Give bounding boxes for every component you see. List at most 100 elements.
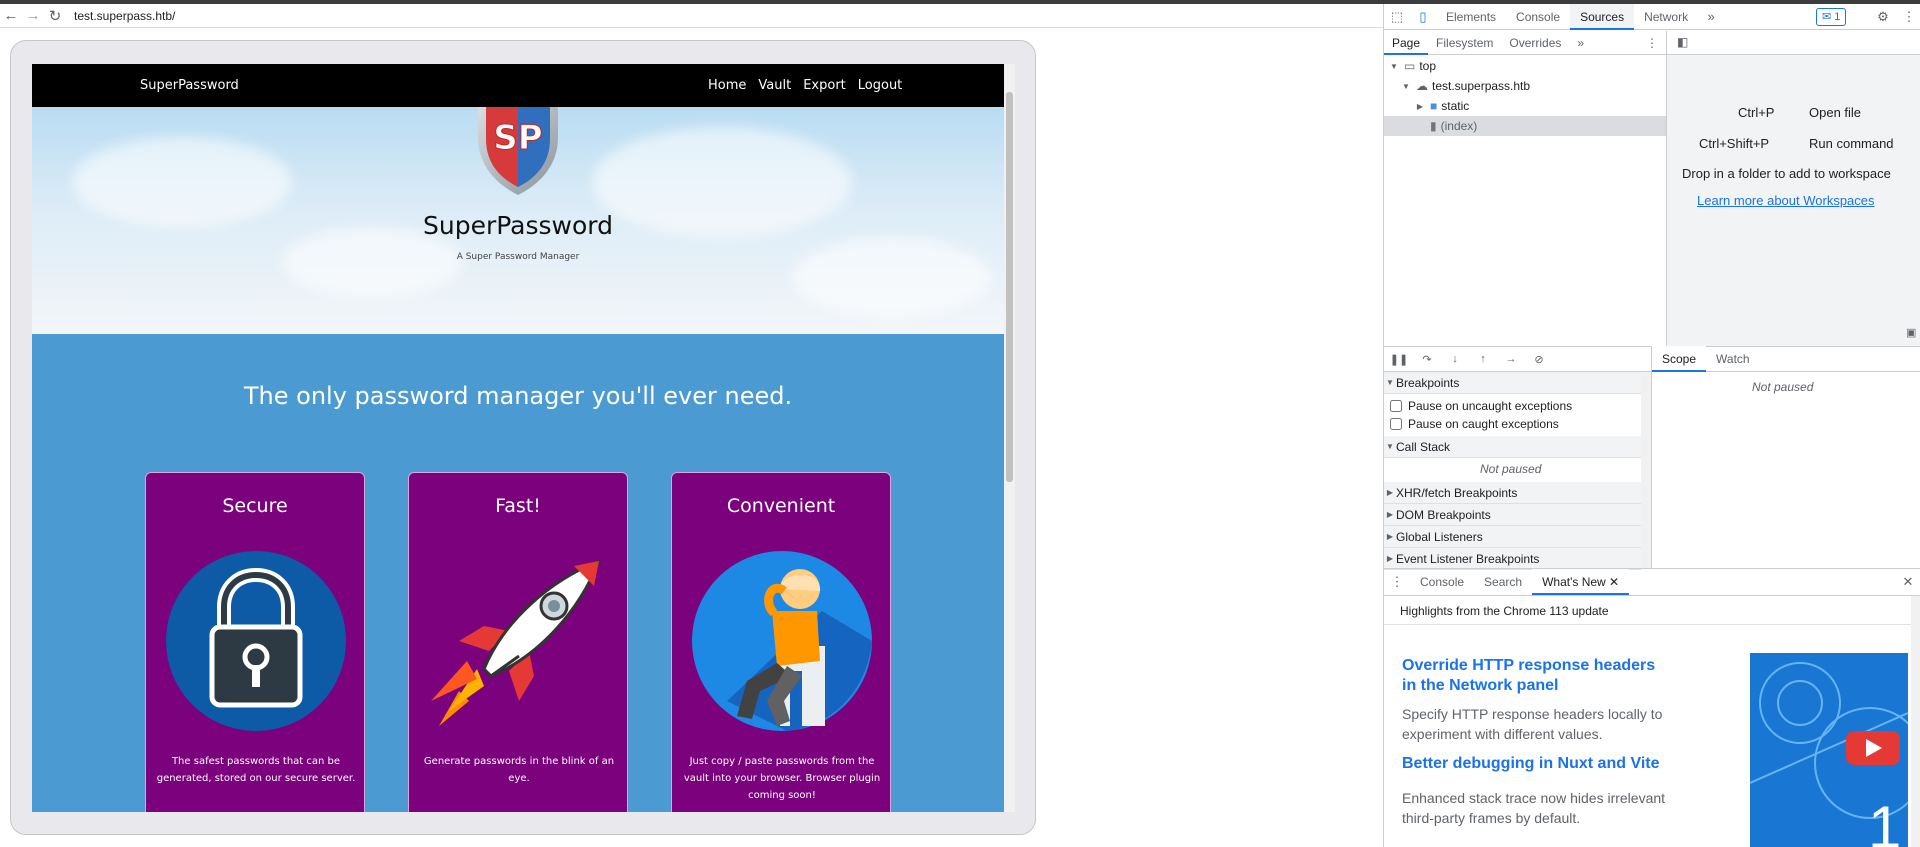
pause-icon[interactable]: ❚❚ xyxy=(1388,353,1410,366)
card-title: Fast! xyxy=(495,495,541,517)
cloud-icon: ☁ xyxy=(1416,79,1428,93)
whats-new-text-1: Specify HTTP response headers locally to… xyxy=(1402,706,1663,742)
tab-drawer-console[interactable]: Console xyxy=(1410,569,1474,595)
card-title: Secure xyxy=(222,495,288,517)
call-stack-header[interactable]: ▼ Call Stack xyxy=(1384,436,1641,458)
close-tab-icon[interactable]: ✕ xyxy=(1609,575,1619,589)
back-icon[interactable]: ← xyxy=(0,5,22,27)
inspect-element-icon[interactable]: ⬚ xyxy=(1384,4,1410,30)
url-text[interactable]: test.superpass.htb/ xyxy=(74,9,175,23)
nav-logout[interactable]: Logout xyxy=(858,78,903,93)
rocket-icon xyxy=(431,558,602,726)
card-text: Generate passwords in the blink of an ey… xyxy=(423,756,615,784)
scope-tabs: Scope Watch xyxy=(1651,346,1920,372)
card-text: Just copy / paste passwords from the vau… xyxy=(683,756,881,801)
svg-text:1: 1 xyxy=(1868,794,1901,847)
scope-body: Not paused xyxy=(1651,372,1920,568)
deactivate-breakpoints-icon[interactable]: ⊘ xyxy=(1528,353,1550,366)
tab-scope[interactable]: Scope xyxy=(1652,346,1707,372)
shortcut-label: Run command xyxy=(1809,136,1894,151)
tab-page[interactable]: Page xyxy=(1384,31,1429,55)
nav-home[interactable]: Home xyxy=(708,78,746,93)
tab-overrides[interactable]: Overrides xyxy=(1501,31,1569,55)
card-title: Convenient xyxy=(726,495,836,517)
tab-elements[interactable]: Elements xyxy=(1436,4,1506,30)
navigator-menu-icon[interactable]: ⋮ xyxy=(1638,31,1666,55)
devtools-panel: ⬚ ▯ Elements Console Sources Network » ✉… xyxy=(1383,3,1920,847)
whats-new-scrollbar[interactable] xyxy=(1911,596,1920,847)
step-over-icon[interactable]: ↷ xyxy=(1416,353,1438,366)
tree-node-host[interactable]: ▼ ☁ test.superpass.htb xyxy=(1384,76,1666,96)
settings-gear-icon[interactable]: ⚙ xyxy=(1870,4,1896,30)
more-options-icon[interactable]: ⋮ xyxy=(1896,4,1920,30)
shortcut-key: Ctrl+P xyxy=(1738,105,1775,120)
frame-icon: ▭ xyxy=(1404,59,1416,73)
scrollbar-thumb[interactable] xyxy=(1006,92,1013,482)
address-bar: ← → ↻ test.superpass.htb/ xyxy=(0,4,1383,28)
global-listeners-header[interactable]: ▶ Global Listeners xyxy=(1384,526,1641,548)
tab-sources[interactable]: Sources xyxy=(1570,3,1635,30)
sources-navigator-tabs: Page Filesystem Overrides » ⋮ xyxy=(1384,31,1666,55)
toggle-debugger-icon[interactable]: ▣ xyxy=(1906,326,1916,339)
feature-card-convenient: Convenient Just copy / paste passwords f… xyxy=(671,472,891,812)
device-toolbar-icon[interactable]: ▯ xyxy=(1410,4,1436,30)
reload-icon[interactable]: ↻ xyxy=(44,5,66,27)
tree-node-index[interactable]: ▮ (index) xyxy=(1384,116,1666,136)
tab-network[interactable]: Network xyxy=(1634,4,1698,30)
tagline: The only password manager you'll ever ne… xyxy=(243,382,793,410)
breakpoints-header[interactable]: ▼ Breakpoints xyxy=(1384,372,1641,394)
dom-breakpoints-header[interactable]: ▶ DOM Breakpoints xyxy=(1384,504,1641,526)
tree-node-top[interactable]: ▼ ▭ top xyxy=(1384,56,1666,76)
workspaces-link[interactable]: Learn more about Workspaces xyxy=(1697,193,1875,208)
collapse-arrow-icon[interactable]: ▶ xyxy=(1414,102,1426,111)
step-icon[interactable]: → xyxy=(1500,353,1522,365)
breakpoints-scrollbar[interactable] xyxy=(1641,372,1651,568)
drop-hint: Drop in a folder to add to workspace xyxy=(1682,166,1891,181)
step-out-icon[interactable]: ↑ xyxy=(1472,353,1494,365)
event-listener-breakpoints-header[interactable]: ▶ Event Listener Breakpoints xyxy=(1384,548,1641,570)
tab-whats-new[interactable]: What's New ✕ xyxy=(1532,569,1630,595)
shortcut-key: Ctrl+Shift+P xyxy=(1699,136,1770,151)
chrome-update-graphic: 1 xyxy=(1750,662,1908,847)
whats-new-heading-1[interactable]: Override HTTP response headers in the Ne… xyxy=(1402,656,1672,696)
forward-icon[interactable]: → xyxy=(22,5,44,27)
tab-filesystem[interactable]: Filesystem xyxy=(1428,31,1501,55)
whats-new-heading-2[interactable]: Better debugging in Nuxt and Vite xyxy=(1402,754,1672,774)
messages-badge[interactable]: ✉ 1 xyxy=(1816,8,1847,26)
relaxing-person-icon xyxy=(692,551,872,731)
file-tree: ▼ ▭ top ▼ ☁ test.superpass.htb ▶ ■ stati… xyxy=(1384,56,1666,346)
call-stack-status: Not paused xyxy=(1480,462,1542,476)
pause-caught-checkbox[interactable]: Pause on caught exceptions xyxy=(1390,417,1559,431)
tab-drawer-search[interactable]: Search xyxy=(1474,569,1532,595)
drawer-menu-icon[interactable]: ⋮ xyxy=(1384,569,1410,595)
more-tabs-icon[interactable]: » xyxy=(1698,4,1724,30)
site-menu: Home Vault Export Logout xyxy=(708,78,902,93)
step-into-icon[interactable]: ↓ xyxy=(1444,353,1466,365)
drawer-tabs: ⋮ Console Search What's New ✕ ✕ xyxy=(1384,568,1920,596)
xhr-breakpoints-header[interactable]: ▶ XHR/fetch Breakpoints xyxy=(1384,482,1641,504)
tree-node-static[interactable]: ▶ ■ static xyxy=(1384,96,1666,116)
whats-new-highlights: Highlights from the Chrome 113 update xyxy=(1400,604,1609,618)
more-navigator-tabs-icon[interactable]: » xyxy=(1569,31,1592,55)
tab-watch[interactable]: Watch xyxy=(1706,346,1760,372)
hero-title: SuperPassword xyxy=(422,211,613,240)
feature-card-secure: Secure The safest passwords that can be … xyxy=(145,472,365,812)
device-frame: SuperPassword Home Vault Export Logout S… xyxy=(10,40,1036,835)
site-brand[interactable]: SuperPassword xyxy=(140,78,239,93)
close-drawer-icon[interactable]: ✕ xyxy=(1895,569,1920,595)
file-icon: ▮ xyxy=(1430,119,1437,133)
devtools-toolbar: ⬚ ▯ Elements Console Sources Network » ✉… xyxy=(1384,3,1920,30)
svg-text:SP: SP xyxy=(493,118,542,158)
debugger-toolbar: ❚❚ ↷ ↓ ↑ → ⊘ xyxy=(1384,346,1651,372)
nav-vault[interactable]: Vault xyxy=(758,78,791,93)
toggle-navigator-icon[interactable]: ◧ xyxy=(1677,35,1688,49)
nav-export[interactable]: Export xyxy=(803,78,846,93)
pause-uncaught-checkbox[interactable]: Pause on uncaught exceptions xyxy=(1390,399,1572,413)
expand-arrow-icon[interactable]: ▼ xyxy=(1388,62,1400,71)
hero-subtitle: A Super Password Manager xyxy=(456,252,580,262)
page-scrollbar[interactable] xyxy=(1004,64,1015,812)
expand-arrow-icon[interactable]: ▼ xyxy=(1400,82,1412,91)
whats-new-video-thumbnail[interactable]: 1 xyxy=(1750,653,1908,847)
message-icon: ✉ xyxy=(1822,11,1832,23)
tab-console[interactable]: Console xyxy=(1506,4,1570,30)
